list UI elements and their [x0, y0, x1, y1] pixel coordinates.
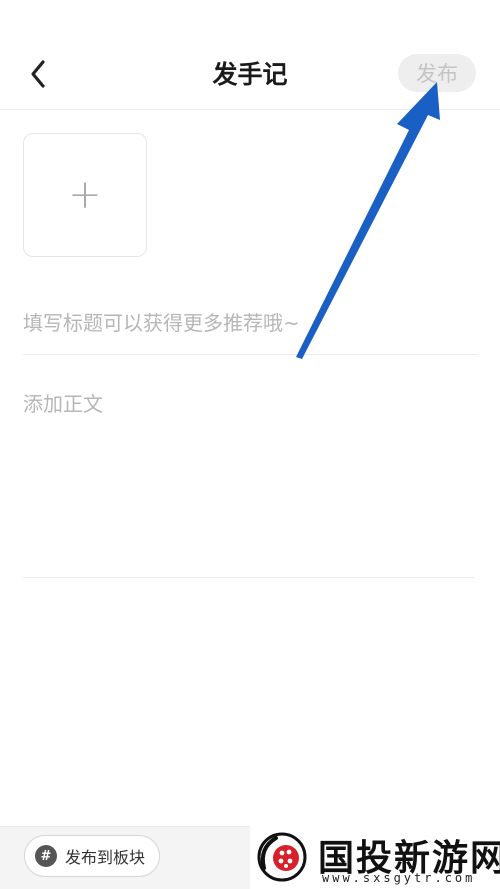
add-image-button[interactable]: +	[23, 133, 147, 257]
title-input[interactable]	[23, 305, 478, 355]
watermark-logo	[257, 832, 307, 882]
plus-icon: +	[68, 172, 102, 218]
hashtag-icon: #	[35, 845, 57, 867]
publish-button[interactable]: 发布	[398, 54, 476, 92]
publish-to-board-button[interactable]: # 发布到板块	[24, 835, 161, 877]
top-bar: 发手记 发布	[0, 0, 500, 110]
watermark-url: www.sxsgytr.com	[322, 871, 476, 885]
body-input[interactable]	[23, 388, 475, 578]
board-button-label: 发布到板块	[65, 848, 146, 867]
